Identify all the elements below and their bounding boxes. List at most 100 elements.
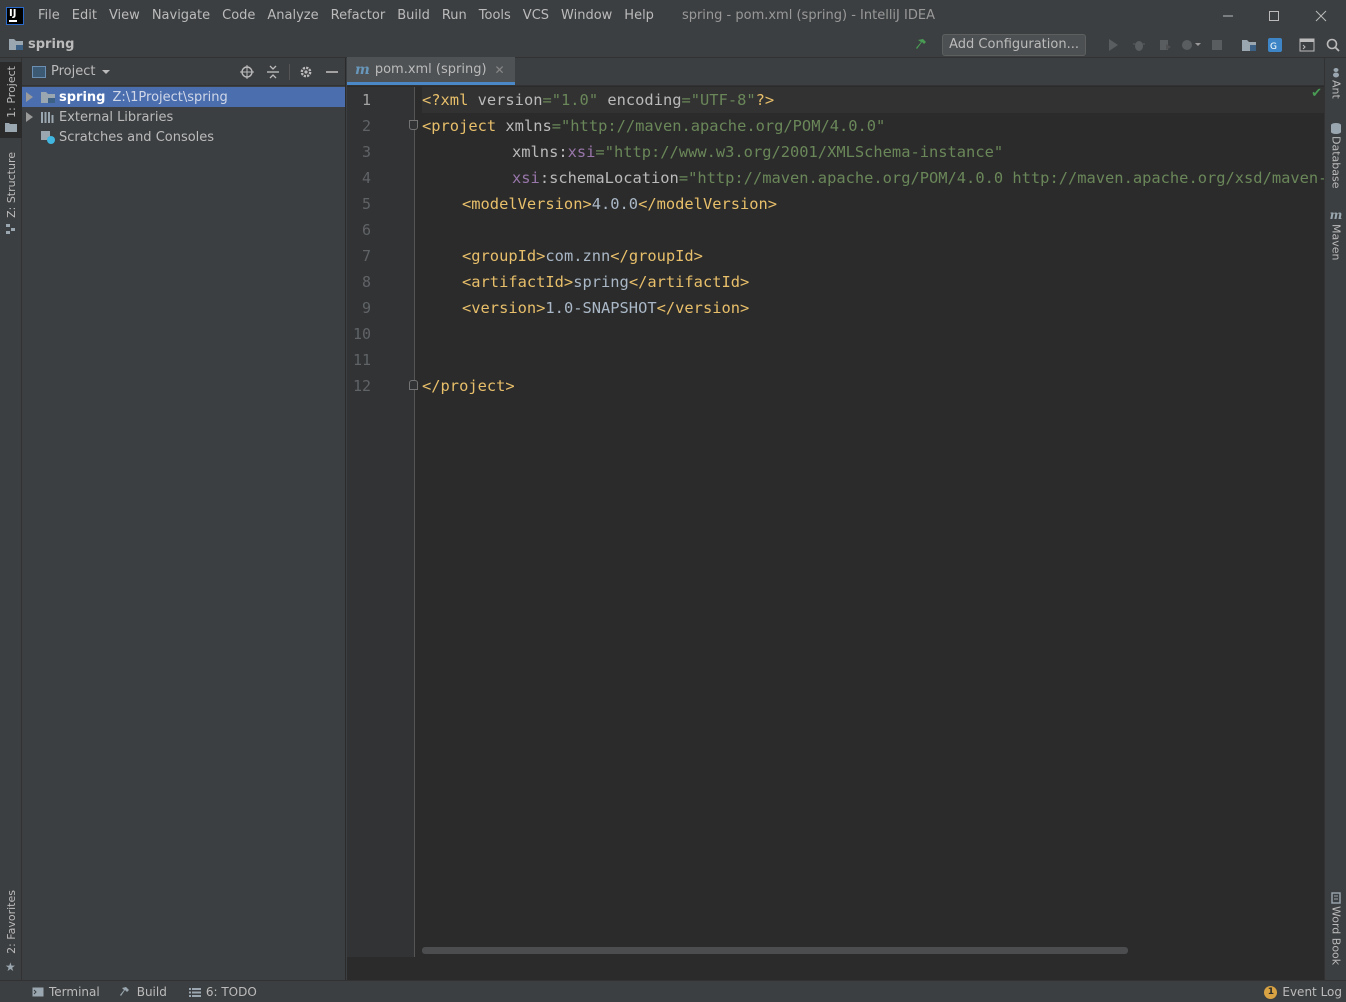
code-token: <version> bbox=[462, 299, 546, 317]
tab-close-icon[interactable]: ✕ bbox=[495, 63, 505, 77]
event-log-button[interactable]: 1 Event Log bbox=[1264, 981, 1342, 1002]
maximize-button[interactable] bbox=[1251, 0, 1297, 31]
fold-marker-icon[interactable] bbox=[409, 380, 418, 390]
menu-code[interactable]: Code bbox=[216, 0, 261, 31]
collapse-all-button[interactable] bbox=[260, 58, 286, 86]
menu-build[interactable]: Build bbox=[391, 0, 436, 31]
debug-button[interactable] bbox=[1126, 34, 1152, 56]
tool-tab-terminal[interactable]: Terminal bbox=[32, 985, 100, 999]
tool-tab-favorites-label: 2: Favorites bbox=[4, 890, 18, 954]
editor-tab-label: pom.xml (spring) bbox=[374, 62, 487, 77]
code-token: <groupId> bbox=[462, 247, 546, 265]
horizontal-scrollbar[interactable] bbox=[422, 947, 1128, 954]
menu-window[interactable]: Window bbox=[555, 0, 618, 31]
minimize-button[interactable] bbox=[1205, 0, 1251, 31]
menu-analyze[interactable]: Analyze bbox=[261, 0, 324, 31]
profile-button[interactable] bbox=[1178, 34, 1204, 56]
menu-edit[interactable]: Edit bbox=[66, 0, 103, 31]
tree-item-external-libraries[interactable]: External Libraries bbox=[22, 107, 345, 127]
stop-button[interactable] bbox=[1204, 34, 1230, 56]
code-token: 1.0-SNAPSHOT bbox=[545, 299, 657, 317]
line-number: 4 bbox=[361, 169, 371, 187]
tool-tab-project-label: 1: Project bbox=[4, 66, 18, 118]
menu-help[interactable]: Help bbox=[618, 0, 660, 31]
build-project-button[interactable] bbox=[910, 34, 936, 56]
breadcrumb-project[interactable]: spring bbox=[28, 37, 74, 52]
editor-gutter: 1 2 3 4 5 6 7 8 9 10 11 12 bbox=[347, 87, 418, 957]
run-button[interactable] bbox=[1100, 34, 1126, 56]
gear-icon bbox=[300, 66, 312, 78]
code-token: xsi bbox=[512, 169, 540, 187]
settings-button[interactable] bbox=[293, 58, 319, 86]
code-token: <artifactId> bbox=[462, 273, 574, 291]
tool-tab-build[interactable]: Build bbox=[119, 985, 167, 999]
tree-item-spring[interactable]: spring Z:\1Project\spring bbox=[22, 87, 345, 107]
tool-tab-ant[interactable]: Ant bbox=[1325, 66, 1346, 99]
bottom-tool-bar: Terminal Build 6: TODO 1 Event Log bbox=[0, 980, 1346, 1002]
stop-icon bbox=[1212, 39, 1222, 50]
maven-file-icon: m bbox=[355, 61, 370, 78]
tool-tab-todo[interactable]: 6: TODO bbox=[188, 985, 257, 999]
close-button[interactable] bbox=[1298, 0, 1344, 31]
fold-marker-icon[interactable] bbox=[409, 120, 418, 130]
translate-button[interactable]: G bbox=[1262, 34, 1288, 56]
menu-file[interactable]: File bbox=[32, 0, 66, 31]
menu-vcs[interactable]: VCS bbox=[517, 0, 555, 31]
tool-tab-structure[interactable]: Z: Structure bbox=[0, 152, 22, 234]
menu-tools[interactable]: Tools bbox=[473, 0, 517, 31]
run-icon bbox=[1109, 38, 1118, 51]
editor-area: m pom.xml (spring) ✕ 1 2 3 4 5 6 7 8 9 1… bbox=[347, 57, 1324, 980]
code-line-8: <artifactId>spring</artifactId> bbox=[422, 269, 749, 295]
tool-tab-word-book[interactable]: Word Book bbox=[1325, 892, 1346, 965]
code-token: </project> bbox=[422, 377, 515, 395]
tool-tab-database[interactable]: Database bbox=[1325, 122, 1346, 189]
chevron-down-icon[interactable] bbox=[101, 68, 111, 76]
debug-icon bbox=[1133, 40, 1145, 51]
run-anything-button[interactable] bbox=[1294, 34, 1320, 56]
expand-arrow-icon[interactable] bbox=[26, 112, 33, 122]
left-tool-stripe: 1: Project Z: Structure ★ 2: Favorites bbox=[0, 58, 22, 980]
code-token: <?xml bbox=[422, 91, 478, 109]
line-number: 11 bbox=[352, 351, 371, 369]
code-token: </version> bbox=[656, 299, 750, 317]
line-number: 12 bbox=[352, 377, 371, 395]
project-view-selector[interactable]: Project bbox=[51, 64, 95, 79]
profile-dropdown-icon bbox=[1182, 39, 1201, 50]
coverage-icon bbox=[1160, 39, 1171, 50]
close-icon bbox=[1315, 10, 1327, 21]
line-number: 7 bbox=[361, 247, 371, 265]
tool-tab-ant-label: Ant bbox=[1329, 80, 1343, 99]
code-token: xsi bbox=[567, 143, 596, 161]
inspection-ok-icon[interactable]: ✔ bbox=[1311, 86, 1322, 101]
code-token: ="http://maven.apache.org/POM/4.0.0" bbox=[551, 117, 886, 135]
coverage-button[interactable] bbox=[1152, 34, 1178, 56]
menu-navigate[interactable]: Navigate bbox=[146, 0, 216, 31]
tool-tab-project[interactable]: 1: Project bbox=[0, 62, 22, 138]
ant-icon bbox=[1333, 68, 1339, 78]
tool-tab-maven[interactable]: m Maven bbox=[1325, 208, 1346, 260]
code-line-2: <project xmlns="http://maven.apache.org/… bbox=[422, 113, 885, 139]
project-structure-icon bbox=[1242, 39, 1256, 51]
add-configuration-button[interactable]: Add Configuration... bbox=[942, 33, 1086, 56]
menu-view[interactable]: View bbox=[103, 0, 146, 31]
todo-list-icon bbox=[188, 987, 201, 997]
editor-tab-pom-xml[interactable]: m pom.xml (spring) ✕ bbox=[347, 57, 515, 85]
menu-run[interactable]: Run bbox=[436, 0, 473, 31]
project-structure-button[interactable] bbox=[1236, 34, 1262, 56]
intellij-logo-icon bbox=[6, 6, 24, 25]
code-editor[interactable]: <?xml version="1.0" encoding="UTF-8"?> <… bbox=[422, 87, 1324, 957]
locate-file-button[interactable] bbox=[234, 58, 260, 86]
code-token: <project bbox=[422, 117, 506, 135]
maven-icon: m bbox=[1329, 208, 1343, 222]
translate-icon: G bbox=[1268, 37, 1282, 52]
menu-refactor[interactable]: Refactor bbox=[325, 0, 392, 31]
search-everywhere-button[interactable] bbox=[1320, 34, 1346, 56]
code-token: </groupId> bbox=[610, 247, 703, 265]
hide-panel-button[interactable] bbox=[319, 58, 345, 86]
tree-item-scratches[interactable]: Scratches and Consoles bbox=[22, 127, 345, 147]
event-count-badge: 1 bbox=[1264, 985, 1278, 999]
tool-tab-favorites[interactable]: ★ 2: Favorites bbox=[0, 890, 22, 974]
tool-tab-terminal-label: Terminal bbox=[49, 984, 100, 999]
code-token: spring bbox=[573, 273, 629, 291]
expand-arrow-icon[interactable] bbox=[26, 92, 33, 102]
